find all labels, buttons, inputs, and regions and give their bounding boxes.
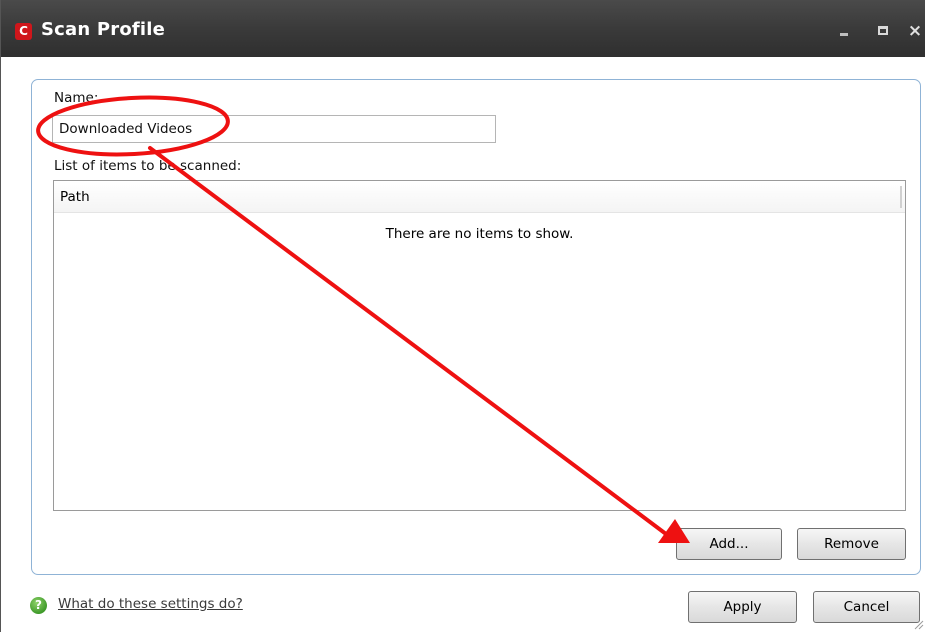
add-button[interactable]: Add... — [676, 528, 782, 560]
title-bar[interactable]: C Scan Profile × — [1, 0, 925, 57]
maximize-button[interactable] — [872, 20, 894, 42]
scan-items-list[interactable]: Path There are no items to show. — [53, 180, 906, 511]
empty-list-message: There are no items to show. — [385, 226, 574, 242]
column-header-path[interactable]: Path — [60, 189, 90, 205]
apply-button[interactable]: Apply — [688, 591, 797, 623]
scan-profile-window: C Scan Profile × Name: Downloaded Videos… — [0, 0, 925, 632]
comodo-logo-icon: C — [15, 23, 32, 40]
maximize-icon — [878, 26, 888, 35]
list-header: Path — [54, 181, 905, 213]
help-icon[interactable]: ? — [30, 597, 47, 614]
profile-name-input[interactable]: Downloaded Videos — [52, 115, 496, 143]
close-button[interactable]: × — [904, 20, 925, 42]
remove-button[interactable]: Remove — [797, 528, 906, 560]
minimize-icon — [840, 33, 848, 36]
help-link[interactable]: What do these settings do? — [58, 596, 243, 612]
scan-items-label: List of items to be scanned: — [54, 158, 242, 174]
resize-grip-icon[interactable] — [912, 618, 924, 630]
name-label: Name: — [54, 90, 99, 106]
cancel-button[interactable]: Cancel — [813, 591, 920, 623]
minimize-button[interactable] — [833, 20, 855, 42]
window-title: Scan Profile — [41, 19, 166, 40]
column-divider[interactable] — [900, 186, 902, 208]
